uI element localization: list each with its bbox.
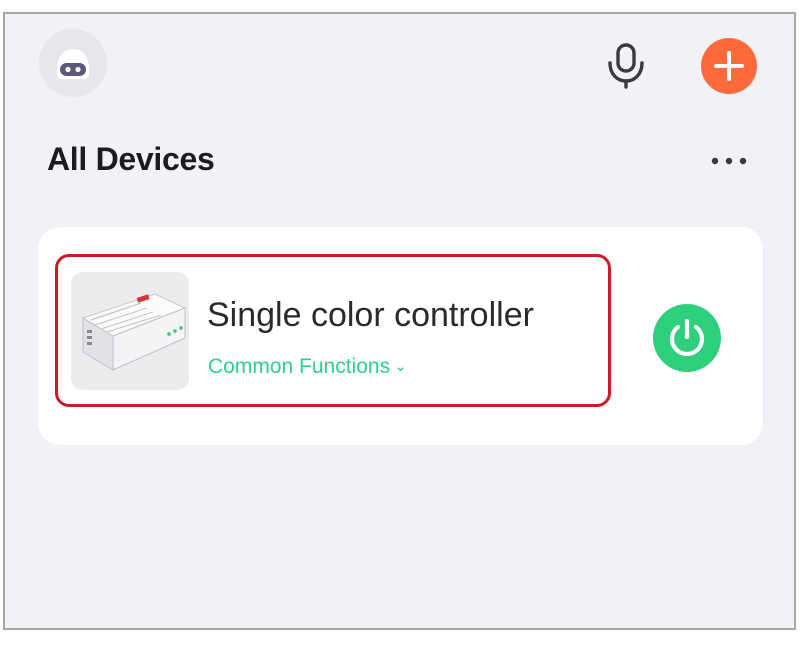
plus-icon [714, 51, 744, 81]
more-horizontal-icon [711, 157, 747, 165]
device-highlight-box [55, 254, 611, 407]
add-device-button[interactable] [701, 38, 757, 94]
microphone-button[interactable] [605, 41, 649, 89]
microphone-icon [608, 43, 644, 89]
avatar[interactable] [39, 29, 107, 97]
app-window: All Devices Single color controller Comm… [3, 12, 796, 630]
section-title: All Devices [47, 141, 215, 177]
robot-avatar-icon [57, 49, 89, 79]
power-icon [669, 318, 705, 357]
more-options-button[interactable] [705, 149, 753, 173]
power-toggle-button[interactable] [653, 304, 721, 372]
